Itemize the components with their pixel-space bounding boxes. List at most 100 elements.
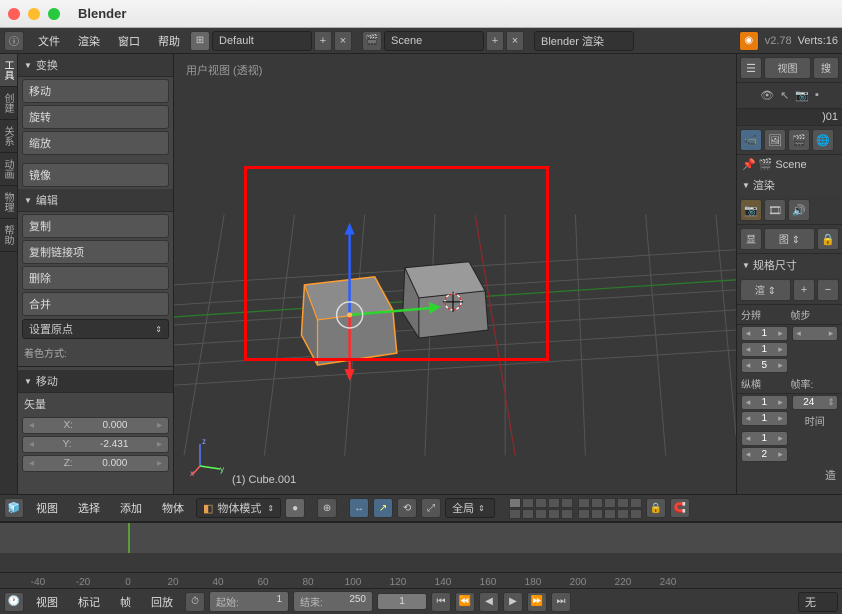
play-reverse-icon[interactable]: ◀	[479, 592, 499, 612]
display-dropdown[interactable]: 图 ⇕	[764, 228, 815, 250]
fps-field[interactable]: 24⇕	[792, 395, 839, 410]
tab-help[interactable]: 帮助	[0, 219, 17, 252]
minimize-icon[interactable]	[28, 8, 40, 20]
menu-window[interactable]: 窗口	[110, 31, 148, 51]
tl-playback-menu[interactable]: 回放	[143, 592, 181, 612]
arrow-right-icon[interactable]: ▸	[157, 420, 162, 431]
end-frame-field[interactable]: 结束:250	[293, 591, 373, 612]
layout-del-button[interactable]: ×	[334, 31, 352, 51]
framestep-field[interactable]: ◂ ▸	[792, 326, 839, 341]
editor-type-icon[interactable]: ☰	[740, 57, 762, 79]
layout-dropdown[interactable]: Default	[212, 31, 312, 51]
scene-add-button[interactable]: +	[486, 31, 504, 51]
tl-frame-menu[interactable]: 帧	[112, 592, 139, 612]
render-image-button[interactable]: 📷	[740, 199, 762, 221]
jump-start-icon[interactable]: ⏮	[431, 592, 451, 612]
res-pct-field[interactable]: ◂5▸	[741, 358, 788, 373]
vp-add-menu[interactable]: 添加	[112, 498, 150, 518]
menu-help[interactable]: 帮助	[150, 31, 188, 51]
layout-icon[interactable]: ⊞	[190, 31, 210, 51]
tab-create[interactable]: 创建	[0, 87, 17, 120]
z-field[interactable]: ◂Z:0.000▸	[22, 455, 169, 472]
range-icon[interactable]: ⏱	[185, 592, 205, 612]
play-icon[interactable]: ▶	[503, 592, 523, 612]
transform-header[interactable]: ▼变换	[18, 54, 173, 77]
arrow-left-icon[interactable]: ◂	[29, 420, 34, 431]
props-world-tab[interactable]: 🌐	[812, 129, 834, 151]
3d-viewport[interactable]: 用户视图 (透视)	[174, 54, 736, 494]
lock-camera-icon[interactable]: 🔒	[646, 498, 666, 518]
engine-dropdown[interactable]: Blender 渲染	[534, 31, 634, 51]
mode-dropdown[interactable]: ◧物体模式⇕	[196, 498, 281, 518]
scene-icon[interactable]: 🎬	[362, 31, 382, 51]
tab-relations[interactable]: 关系	[0, 120, 17, 153]
join-button[interactable]: 合并	[22, 292, 169, 316]
sync-dropdown[interactable]: 无	[798, 592, 838, 612]
layout-add-button[interactable]: +	[314, 31, 332, 51]
menu-render[interactable]: 渲染	[70, 31, 108, 51]
set-origin-dropdown[interactable]: 设置原点⇕	[22, 319, 169, 339]
manip-rotate-icon[interactable]: ⟲	[397, 498, 417, 518]
camera-icon[interactable]: 📷	[795, 89, 809, 102]
timeline-editor-type-icon[interactable]: 🕐	[4, 592, 24, 612]
timeline-ruler[interactable]	[0, 523, 842, 553]
orientation-dropdown[interactable]: 全局⇕	[445, 498, 495, 518]
delete-button[interactable]: 删除	[22, 266, 169, 290]
duplicate-linked-button[interactable]: 复制链接项	[22, 240, 169, 264]
pivot-dropdown[interactable]: ⊕	[317, 498, 337, 518]
tl-view-menu[interactable]: 视图	[28, 592, 66, 612]
render-vis-icon[interactable]: ▪	[815, 89, 819, 102]
jump-end-icon[interactable]: ⏭	[551, 592, 571, 612]
maximize-icon[interactable]	[48, 8, 60, 20]
menu-file[interactable]: 文件	[30, 31, 68, 51]
view-menu[interactable]: 视图	[764, 57, 811, 79]
scale-button[interactable]: 缩放	[22, 131, 169, 155]
snap-icon[interactable]: 🧲	[670, 498, 690, 518]
preset-add-button[interactable]: +	[793, 279, 815, 301]
edit-header[interactable]: ▼编辑	[18, 189, 173, 212]
operator-move-header[interactable]: ▼移动	[18, 370, 173, 393]
props-render-tab[interactable]: 📹	[740, 129, 762, 151]
pin-icon[interactable]: 📌	[742, 158, 756, 171]
cursor-icon[interactable]: ↖	[780, 89, 789, 102]
start-frame-field[interactable]: 起始:1	[209, 591, 289, 612]
timeline-cursor[interactable]	[128, 523, 130, 553]
y-field[interactable]: ◂Y:-2.431▸	[22, 436, 169, 453]
manip-translate-icon[interactable]: ↗	[373, 498, 393, 518]
rotate-button[interactable]: 旋转	[22, 105, 169, 129]
manipulator-toggle[interactable]: ↔	[349, 498, 369, 518]
layer-buttons[interactable]	[509, 498, 642, 519]
arrow-left-icon[interactable]: ◂	[29, 439, 34, 450]
render-section-header[interactable]: ▼渲染	[737, 174, 842, 196]
info-icon[interactable]: ⓘ	[4, 31, 24, 51]
search-field[interactable]: 搜	[813, 57, 839, 79]
vp-select-menu[interactable]: 选择	[70, 498, 108, 518]
props-layers-tab[interactable]: 🖼	[764, 129, 786, 151]
vp-view-menu[interactable]: 视图	[28, 498, 66, 518]
arrow-right-icon[interactable]: ▸	[157, 439, 162, 450]
aspect-x-field[interactable]: ◂1▸	[741, 395, 788, 410]
render-anim-button[interactable]: 🎞	[764, 199, 786, 221]
vp-object-menu[interactable]: 物体	[154, 498, 192, 518]
x-field[interactable]: ◂X:0.000▸	[22, 417, 169, 434]
tab-anim[interactable]: 动画	[0, 153, 17, 186]
scene-del-button[interactable]: ×	[506, 31, 524, 51]
tl-marker-menu[interactable]: 标记	[70, 592, 108, 612]
dimensions-header[interactable]: ▼规格尺寸	[737, 254, 842, 276]
render-audio-button[interactable]: 🔊	[788, 199, 810, 221]
close-icon[interactable]	[8, 8, 20, 20]
render-preset-dropdown[interactable]: 渲 ⇕	[740, 279, 791, 301]
manip-scale-icon[interactable]: ⤢	[421, 498, 441, 518]
lock-icon[interactable]: 🔒	[817, 228, 839, 250]
move-button[interactable]: 移动	[22, 79, 169, 103]
scene-dropdown[interactable]: Scene	[384, 31, 484, 51]
duplicate-button[interactable]: 复制	[22, 214, 169, 238]
arrow-right-icon[interactable]: ▸	[157, 458, 162, 469]
shading-solid-button[interactable]: ●	[285, 498, 305, 518]
eye-icon[interactable]: 👁	[760, 89, 774, 102]
mirror-button[interactable]: 镜像	[22, 163, 169, 187]
current-frame-field[interactable]: 1	[377, 593, 427, 610]
tab-physics[interactable]: 物理	[0, 186, 17, 219]
keyframe-next-icon[interactable]: ⏩	[527, 592, 547, 612]
res-x-field[interactable]: ◂1▸	[741, 326, 788, 341]
